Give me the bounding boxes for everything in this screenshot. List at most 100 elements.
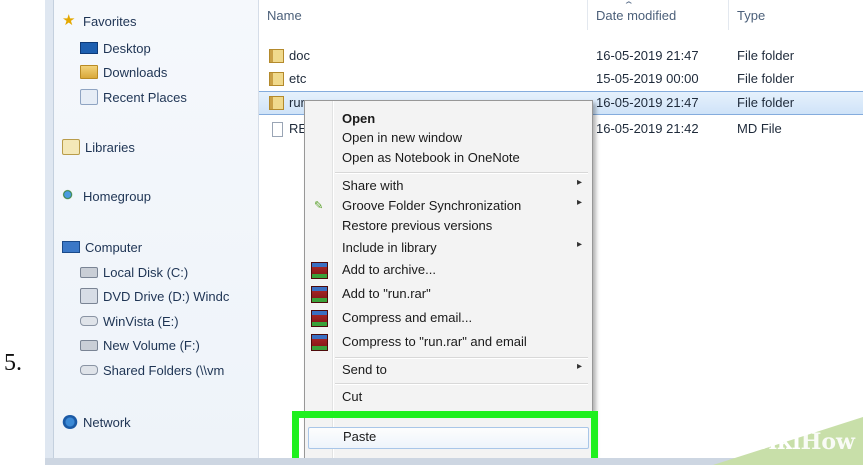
nav-item-network[interactable]: Network <box>62 411 131 433</box>
menu-item-share-with[interactable]: Share with ▸ <box>305 176 592 196</box>
file-date: 16-05-2019 21:47 <box>596 95 699 110</box>
winrar-icon <box>311 334 328 351</box>
column-divider[interactable] <box>728 0 729 30</box>
nav-label: Desktop <box>103 40 151 56</box>
file-name: etc <box>289 71 307 86</box>
nav-item-new-volume[interactable]: New Volume (F:) <box>80 334 200 356</box>
menu-item-label: Open in new window <box>342 130 462 145</box>
menu-item-label: Cut <box>342 389 363 404</box>
file-name: doc <box>289 48 310 63</box>
nav-item-local-disk[interactable]: Local Disk (C:) <box>80 261 188 283</box>
menu-item-include-library[interactable]: Include in library ▸ <box>305 238 592 258</box>
file-type: File folder <box>737 71 795 86</box>
network-icon <box>62 415 78 429</box>
winrar-icon <box>311 310 328 327</box>
menu-item-add-to-run-rar[interactable]: Add to "run.rar" <box>305 284 592 304</box>
local-disk-icon <box>80 266 98 278</box>
menu-item-label: Open <box>342 111 376 126</box>
column-divider[interactable] <box>587 0 588 30</box>
nav-label: Recent Places <box>103 89 187 105</box>
menu-item-label: Groove Folder Synchronization <box>342 198 522 213</box>
nav-label: DVD Drive (D:) Windc <box>103 288 230 304</box>
nav-label: Shared Folders (\\vm <box>103 362 225 378</box>
folder-icon <box>269 96 284 110</box>
nav-item-desktop[interactable]: Desktop <box>80 37 151 59</box>
menu-item-label: Add to "run.rar" <box>342 286 431 301</box>
groove-sync-icon: ✎ <box>314 200 324 212</box>
shared-folder-icon <box>80 365 98 375</box>
paste-highlight-box <box>292 411 598 465</box>
menu-separator <box>335 383 588 385</box>
column-header-name[interactable]: Name <box>267 0 302 30</box>
folder-icon <box>269 72 284 86</box>
nav-item-shared-folders[interactable]: Shared Folders (\\vm <box>80 359 224 381</box>
menu-item-label: Compress and email... <box>342 310 473 325</box>
wikihow-watermark: wiki How <box>733 419 863 465</box>
menu-item-compress-run-email[interactable]: Compress to "run.rar" and email <box>305 332 592 352</box>
window-frame-left <box>45 0 54 465</box>
star-icon: ★ <box>62 12 76 29</box>
nav-label: Favorites <box>83 13 137 29</box>
watermark-how: How <box>800 429 855 455</box>
menu-item-open-onenote[interactable]: Open as Notebook in OneNote <box>305 148 592 168</box>
step-number: 5. <box>4 350 22 376</box>
menu-separator <box>335 357 588 359</box>
menu-item-groove-sync[interactable]: ✎ Groove Folder Synchronization ▸ <box>305 196 592 216</box>
menu-item-send-to[interactable]: Send to ▸ <box>305 360 592 380</box>
file-type: MD File <box>737 121 782 136</box>
submenu-arrow-icon: ▸ <box>576 177 582 188</box>
nav-label: New Volume (F:) <box>103 337 200 353</box>
file-name: rur <box>289 95 305 110</box>
nav-item-libraries[interactable]: Libraries <box>62 136 135 158</box>
folder-icon <box>269 49 284 63</box>
nav-label: Homegroup <box>83 188 151 204</box>
downloads-folder-icon <box>80 65 98 79</box>
nav-label: Libraries <box>85 139 135 155</box>
menu-item-label: Restore previous versions <box>342 218 493 233</box>
nav-item-dvd-drive[interactable]: DVD Drive (D:) Windc <box>80 285 229 307</box>
computer-icon <box>62 241 80 253</box>
submenu-arrow-icon: ▸ <box>576 361 582 372</box>
recent-places-icon <box>80 89 98 105</box>
drive-icon <box>80 316 98 326</box>
nav-item-favorites[interactable]: ★ Favorites <box>62 10 136 32</box>
menu-item-label: Include in library <box>342 240 437 255</box>
file-type: File folder <box>737 95 795 110</box>
column-header-type[interactable]: Type <box>737 0 765 30</box>
winrar-icon <box>311 286 328 303</box>
menu-item-label: Share with <box>342 178 404 193</box>
menu-item-open[interactable]: Open <box>305 109 592 129</box>
menu-item-label: Open as Notebook in OneNote <box>342 150 520 165</box>
nav-item-homegroup[interactable]: Homegroup <box>62 185 151 207</box>
libraries-icon <box>62 139 80 155</box>
nav-item-computer[interactable]: Computer <box>62 236 142 258</box>
nav-item-winvista[interactable]: WinVista (E:) <box>80 310 179 332</box>
menu-separator <box>335 172 588 174</box>
nav-label: Network <box>83 414 131 430</box>
nav-item-recent-places[interactable]: Recent Places <box>80 86 187 108</box>
file-row-etc[interactable]: etc 15-05-2019 00:00 File folder <box>259 68 863 90</box>
nav-label: Downloads <box>103 64 168 80</box>
nav-label: WinVista (E:) <box>103 313 179 329</box>
file-row-doc[interactable]: doc 16-05-2019 21:47 File folder <box>259 45 863 67</box>
menu-item-label: Send to <box>342 362 387 377</box>
homegroup-icon <box>62 189 78 203</box>
nav-label: Computer <box>85 239 143 255</box>
dvd-drive-icon <box>80 288 98 304</box>
nav-label: Local Disk (C:) <box>103 264 189 280</box>
file-type: File folder <box>737 48 795 63</box>
navigation-pane: ★ Favorites Desktop Downloads Recent Pla… <box>54 0 259 458</box>
menu-item-open-new-window[interactable]: Open in new window <box>305 128 592 148</box>
menu-item-compress-email[interactable]: Compress and email... <box>305 308 592 328</box>
menu-item-label: Compress to "run.rar" and email <box>342 334 527 349</box>
nav-item-downloads[interactable]: Downloads <box>80 61 167 83</box>
file-date: 16-05-2019 21:47 <box>596 48 699 63</box>
file-date: 16-05-2019 21:42 <box>596 121 699 136</box>
menu-item-add-to-archive[interactable]: Add to archive... <box>305 260 592 280</box>
submenu-arrow-icon: ▸ <box>576 239 582 250</box>
menu-item-restore-versions[interactable]: Restore previous versions <box>305 216 592 236</box>
file-date: 15-05-2019 00:00 <box>596 71 699 86</box>
menu-item-cut[interactable]: Cut <box>305 387 592 407</box>
watermark-wiki: wiki <box>749 429 801 455</box>
column-header-date-modified[interactable]: Date modified <box>596 0 676 30</box>
